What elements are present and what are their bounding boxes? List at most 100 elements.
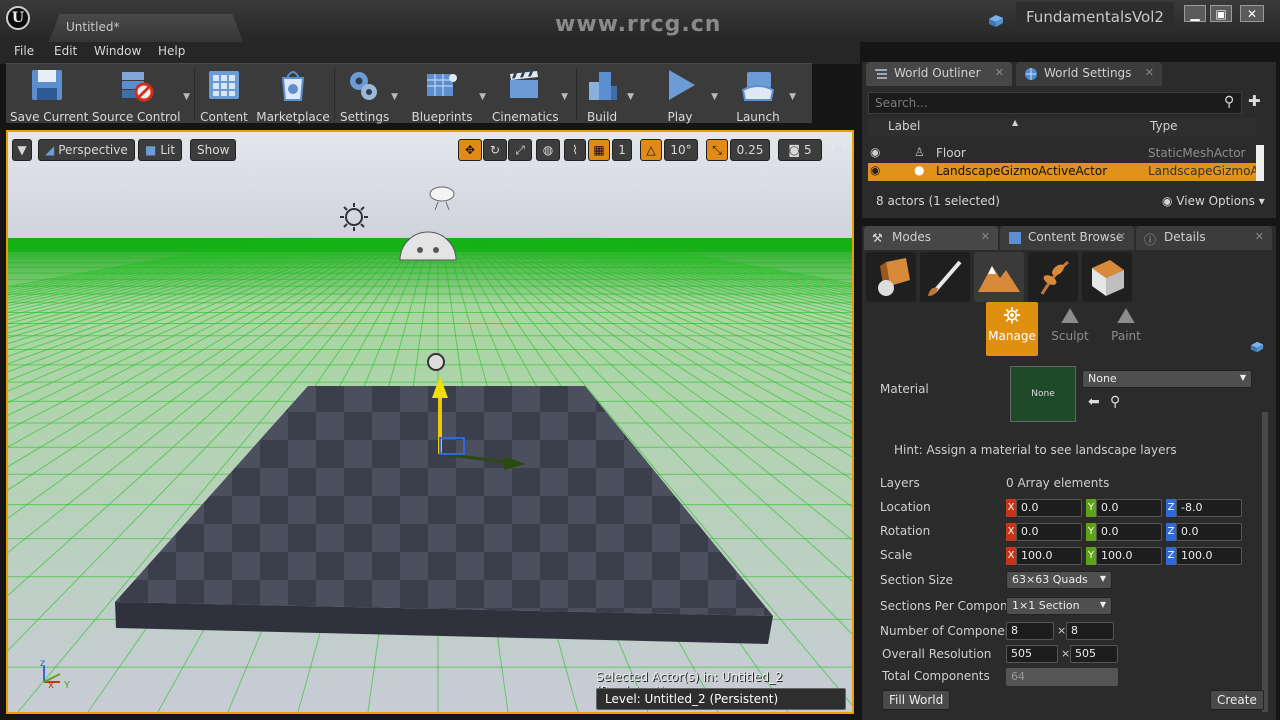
maximize-button[interactable]: ▣	[1210, 5, 1232, 22]
view-options-button[interactable]: ◉ View Options ▾	[1162, 194, 1265, 208]
material-thumbnail[interactable]: None	[1010, 366, 1076, 422]
landscape-mode-button[interactable]	[974, 252, 1024, 302]
scale-x-input[interactable]: 100.0	[1016, 547, 1082, 565]
level-indicator: Level: Untitled_2 (Persistent)	[596, 688, 846, 710]
camera-speed-button[interactable]: ◙ 5	[778, 139, 822, 161]
close-icon[interactable]: ✕	[1117, 230, 1126, 243]
paint-icon: ⛰	[1116, 304, 1136, 329]
perspective-button[interactable]: ◢ Perspective	[38, 139, 135, 161]
use-selected-icon[interactable]: ⬅	[1088, 394, 1100, 410]
rotate-mode-button[interactable]: ↻	[483, 139, 507, 161]
document-tab[interactable]: Untitled*	[48, 14, 244, 44]
lit-button[interactable]: ■ Lit	[138, 139, 183, 161]
section-size-dropdown[interactable]: 63×63 Quads ▼	[1006, 571, 1112, 589]
surface-snap-button[interactable]: ⌇	[564, 139, 586, 161]
fill-world-button[interactable]: Fill World	[882, 690, 951, 710]
eye-icon[interactable]: ◉	[870, 145, 880, 159]
minimize-button[interactable]: ▁	[1184, 5, 1206, 22]
close-icon[interactable]: ✕	[1255, 230, 1264, 243]
sculpt-tool-button[interactable]: ⛰ Sculpt	[1044, 302, 1096, 356]
marketplace-button[interactable]: Marketplace	[256, 66, 330, 124]
tab-world-outliner[interactable]: World Outliner ✕	[866, 62, 1012, 86]
scene-render[interactable]: z x Y	[8, 132, 852, 712]
viewport-options-button[interactable]: ▼	[12, 139, 32, 161]
details-scrollbar[interactable]	[1262, 412, 1268, 712]
close-icon[interactable]: ✕	[995, 66, 1004, 79]
translate-mode-button[interactable]: ✥	[458, 139, 482, 161]
scale-y-input[interactable]: 100.0	[1096, 547, 1162, 565]
menu-file[interactable]: File	[14, 44, 34, 58]
rotation-x-input[interactable]: 0.0	[1016, 523, 1082, 541]
content-button[interactable]: Content	[200, 66, 248, 124]
rotation-y-input[interactable]: 0.0	[1096, 523, 1162, 541]
location-z-input[interactable]: -8.0	[1176, 499, 1242, 517]
resolution-x-input[interactable]: 505	[1006, 645, 1058, 663]
rotation-snap-value[interactable]: 10°	[664, 139, 698, 161]
outliner-row-selected[interactable]: ◉ ● LandscapeGizmoActiveActor LandscapeG…	[868, 163, 1265, 181]
close-window-button[interactable]: ✕	[1240, 5, 1264, 22]
foliage-mode-button[interactable]	[1028, 252, 1078, 302]
location-y-input[interactable]: 0.0	[1096, 499, 1162, 517]
location-x-input[interactable]: 0.0	[1016, 499, 1082, 517]
close-icon[interactable]: ✕	[981, 230, 990, 243]
tab-modes[interactable]: ⚒ Modes ✕	[864, 226, 998, 250]
cinematics-caret-icon[interactable]: ▼	[561, 92, 568, 102]
paint-tool-button[interactable]: ⛰ Paint	[1100, 302, 1152, 356]
blueprints-button[interactable]: Blueprints ▼	[410, 66, 486, 124]
settings-caret-icon[interactable]: ▼	[391, 92, 398, 102]
grid-snap-toggle[interactable]: ▦	[588, 139, 610, 161]
resolution-y-input[interactable]: 505	[1070, 645, 1118, 663]
paint-brush-icon	[928, 260, 962, 296]
source-control-caret-icon[interactable]: ▼	[183, 92, 190, 102]
menu-help[interactable]: Help	[158, 44, 185, 58]
paint-mode-button[interactable]	[920, 252, 970, 302]
outliner-search-input[interactable]: Search...	[868, 92, 1242, 114]
outliner-scrollbar[interactable]	[1256, 145, 1264, 181]
play-caret-icon[interactable]: ▼	[711, 92, 718, 102]
blueprints-caret-icon[interactable]: ▼	[479, 92, 486, 102]
menu-edit[interactable]: Edit	[54, 44, 77, 58]
components-x-input[interactable]: 8	[1006, 622, 1054, 640]
geometry-mode-button[interactable]	[1082, 252, 1132, 302]
scale-snap-value[interactable]: 0.25	[730, 139, 770, 161]
browse-icon[interactable]: ⚲	[1110, 394, 1120, 410]
rotation-z-input[interactable]: 0.0	[1176, 523, 1242, 541]
create-button[interactable]: Create	[1210, 690, 1264, 710]
details-icon: ⓘ	[1144, 233, 1157, 247]
launch-caret-icon[interactable]: ▼	[789, 92, 796, 102]
eye-icon[interactable]: ◉	[870, 163, 880, 177]
launch-button[interactable]: Launch ▼	[732, 66, 796, 124]
cinematics-button[interactable]: Cinematics ▼	[492, 66, 568, 124]
build-button[interactable]: Build ▼	[582, 66, 634, 124]
modes-panel: ⚒ Modes ✕ Content Browse ✕ ⓘ Details ✕	[862, 226, 1276, 720]
maximize-viewport-button[interactable]: ▫	[830, 139, 848, 161]
grid-snap-value[interactable]: 1	[612, 139, 632, 161]
settings-button[interactable]: Settings ▼	[340, 66, 398, 124]
scale-mode-button[interactable]: ⤢	[508, 139, 532, 161]
level-viewport[interactable]: z x Y ▼ ◢ Perspective ■ Lit Show ✥ ↻ ⤢ ◍ ⌇…	[6, 130, 854, 714]
content-browser-icon	[1009, 232, 1021, 244]
tab-content-browser[interactable]: Content Browse ✕	[1000, 226, 1134, 250]
play-button[interactable]: Play ▼	[654, 66, 718, 124]
build-caret-icon[interactable]: ▼	[627, 92, 634, 102]
save-current-button[interactable]: Save Current	[10, 66, 88, 124]
material-dropdown[interactable]: None ▼	[1082, 370, 1252, 388]
rotation-snap-toggle[interactable]: △	[640, 139, 662, 161]
menu-window[interactable]: Window	[94, 44, 141, 58]
components-y-input[interactable]: 8	[1066, 622, 1114, 640]
sections-per-component-dropdown[interactable]: 1×1 Section ▼	[1006, 597, 1112, 615]
tab-world-settings[interactable]: World Settings ✕	[1016, 62, 1162, 86]
scale-snap-toggle[interactable]: ⤡	[706, 139, 728, 161]
outliner-row[interactable]: ◉ ♙ Floor StaticMeshActor	[868, 145, 1256, 163]
tab-details[interactable]: ⓘ Details ✕	[1136, 226, 1272, 250]
source-control-button[interactable]: Source Control ▼	[92, 66, 190, 124]
world-space-button[interactable]: ◍	[536, 139, 560, 161]
show-button[interactable]: Show	[190, 139, 237, 161]
scale-z-input[interactable]: 100.0	[1176, 547, 1242, 565]
column-type[interactable]: Type	[1150, 119, 1178, 133]
place-mode-button[interactable]	[866, 252, 916, 302]
close-icon[interactable]: ✕	[1145, 66, 1154, 79]
manage-tool-button[interactable]: ⛯ Manage	[986, 302, 1038, 356]
column-label[interactable]: Label	[888, 119, 920, 133]
add-filter-icon[interactable]: ✚	[1248, 92, 1261, 110]
